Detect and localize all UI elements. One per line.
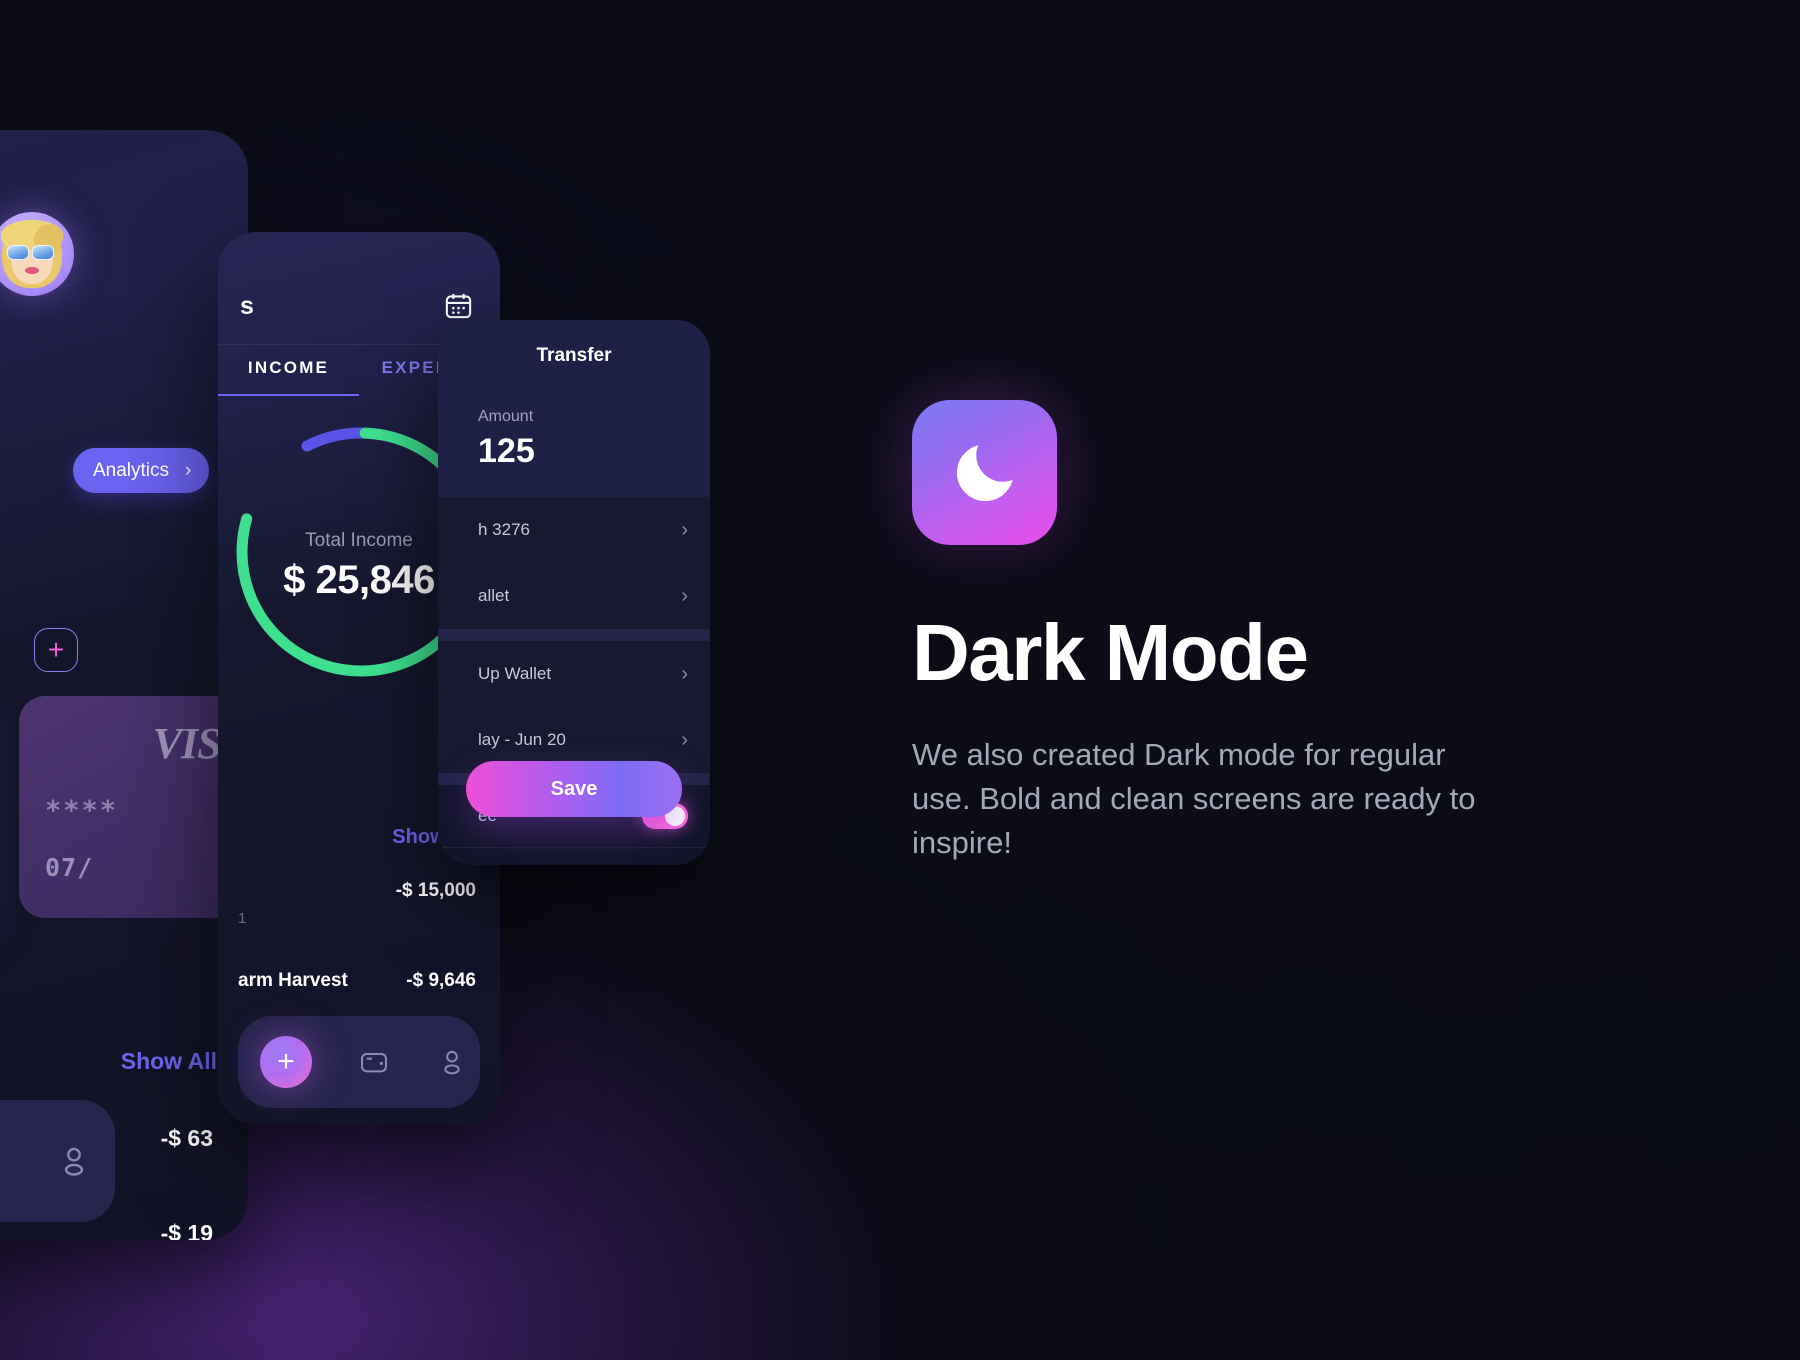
profile-icon[interactable] [55,1142,93,1180]
sunglasses-lens-right [32,245,54,260]
row-label: h 3276 [478,520,530,539]
analytics-button-label: Analytics [93,459,170,481]
row-from-card[interactable]: h 3276 › [438,497,710,563]
transfer-sheet: Transfer Amount 125 h 3276 › allet › Up … [438,320,710,865]
transaction-amount: -$ 15,000 [395,880,476,901]
promo-block: Dark Mode We also created Dark mode for … [912,400,1612,865]
bottom-nav-bar: + [238,1016,480,1108]
row-to-wallet[interactable]: allet › [438,563,710,629]
save-button[interactable]: Save [466,761,682,817]
promo-description: We also created Dark mode for regular us… [912,737,1476,861]
chevron-right-icon: › [185,459,192,481]
chevron-right-icon: › [681,585,688,607]
add-card-button[interactable]: + [34,628,78,672]
section-separator [438,629,710,641]
row-label: allet [478,586,510,605]
moon-icon [912,400,1057,545]
home-header [0,130,248,560]
chevron-right-icon: › [681,729,688,751]
plus-icon: + [47,634,65,665]
wallet-icon[interactable] [358,1046,390,1078]
moon-glyph [956,444,1013,501]
avatar[interactable] [0,212,74,296]
transaction-subtitle-row: 1 [238,910,476,927]
transfer-title: Transfer [536,345,612,366]
show-all-link[interactable]: Show All [121,1048,217,1075]
amount-label: Amount [478,408,534,425]
plus-icon: + [277,1045,295,1078]
calendar-icon[interactable] [443,290,474,321]
transaction-amount: -$ 63 [160,1125,213,1151]
transfer-amount-field[interactable]: Amount 125 [438,392,710,497]
transfer-header: Transfer [438,320,710,392]
bottom-nav-bar: + [0,1100,115,1222]
amount-value: 125 [478,432,535,470]
transaction-amount: -$ 9,646 [406,970,476,991]
sunglasses-icon [7,245,57,260]
total-row: 0.25 [438,847,710,865]
transfer-source-group: h 3276 › allet › [438,497,710,629]
transaction-amount: -$ 19 [160,1220,213,1240]
row-label: Up Wallet [478,664,552,683]
card-carousel[interactable]: ∗ 3276 Show CVV VISA ∗∗∗∗ 07/ [0,696,248,918]
analytics-button[interactable]: Analytics › [73,448,210,493]
card-number-masked: ∗∗∗∗ [45,790,119,821]
sunglasses-lens-left [7,245,29,260]
chevron-right-icon: › [681,663,688,685]
page-title: s [240,292,254,320]
credit-card-secondary[interactable]: VISA ∗∗∗∗ 07/ [19,696,248,918]
transaction-row[interactable]: arm Harvest -$ 9,646 [238,970,476,992]
transaction-name: arm Harvest [238,970,348,991]
row-label: lay - Jun 20 [478,730,566,749]
avatar-lips [25,267,39,274]
page-title: Dark Mode [912,608,1309,697]
transaction-subtitle: 1 [238,910,247,927]
chevron-right-icon: › [681,519,688,541]
phone-screen-home: Analytics › + ∗ 3276 Show CVV VISA ∗∗∗∗ … [0,130,248,1240]
profile-icon[interactable] [436,1046,468,1078]
tab-income[interactable]: INCOME [218,358,359,396]
row-top-up-wallet[interactable]: Up Wallet › [438,641,710,707]
transfer-details-group: Up Wallet › lay - Jun 20 › [438,641,710,773]
transaction-row[interactable]: -$ 15,000 [238,880,476,902]
screenshot-stage: Analytics › + ∗ 3276 Show CVV VISA ∗∗∗∗ … [0,0,1800,1360]
card-expiry: 07/ [45,853,94,882]
add-transaction-fab[interactable]: + [260,1036,312,1088]
